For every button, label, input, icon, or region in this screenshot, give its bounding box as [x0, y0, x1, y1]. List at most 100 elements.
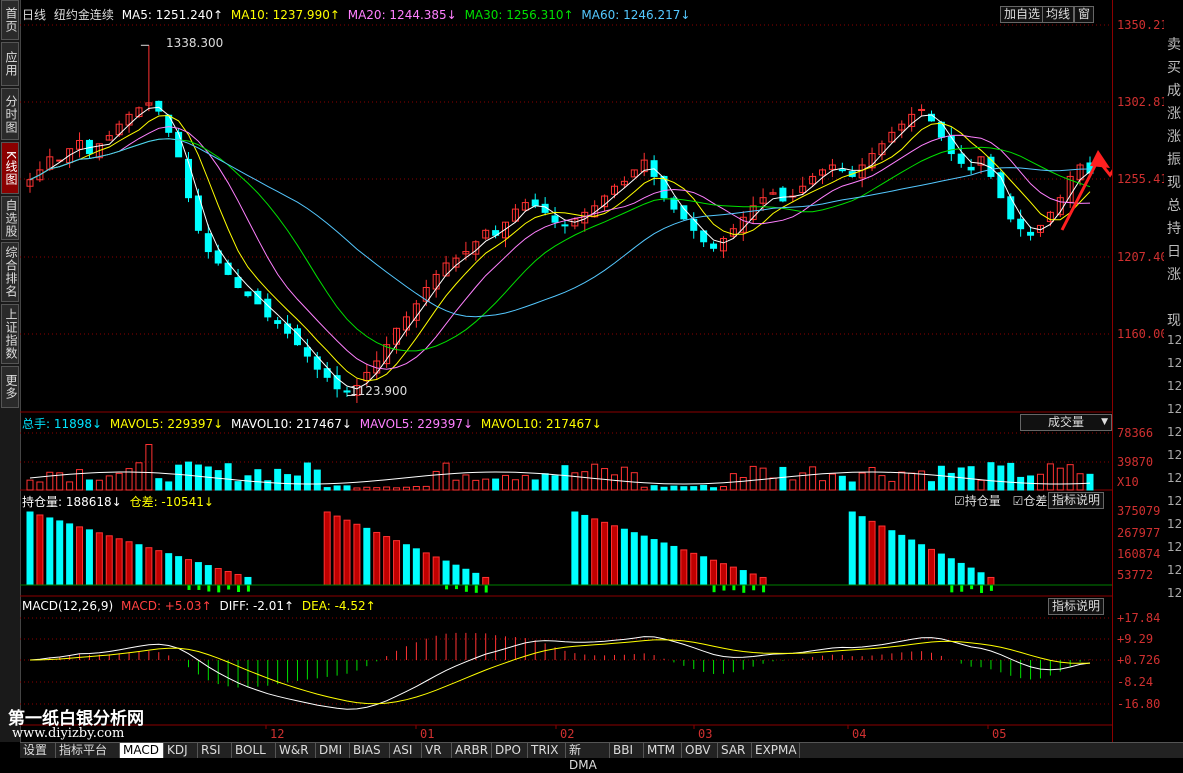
oi-bar	[422, 552, 430, 586]
oi-header: 持仓量: 188618↓ 仓差: -10541↓	[22, 493, 218, 510]
left-nav-item-5[interactable]: 综合排名	[1, 242, 19, 302]
oi-check-2[interactable]: ☑仓差	[1013, 494, 1052, 508]
right-panel-char: 12	[1167, 402, 1183, 416]
tab-13[interactable]: TRIX	[528, 743, 566, 758]
left-nav-item-6[interactable]: 上证指数	[1, 304, 19, 364]
volume-bar	[26, 479, 34, 491]
volume-bar	[412, 486, 420, 491]
tab-6[interactable]: W&R	[276, 743, 316, 758]
candle-body	[234, 277, 242, 288]
tab-3[interactable]: KDJ	[164, 743, 198, 758]
oi-bar	[155, 550, 163, 586]
add-favorite-button[interactable]: 加自选	[1000, 6, 1045, 23]
volume-bar	[1066, 464, 1074, 491]
oi-check-1[interactable]: ☑持仓量	[954, 494, 1005, 508]
oi-diff-bar	[217, 585, 221, 593]
volume-bar	[858, 472, 866, 491]
oi-diff-bar	[187, 585, 191, 590]
oi-diff-bar	[950, 585, 954, 593]
tab-12[interactable]: DPO	[492, 743, 528, 758]
volume-bar	[957, 467, 965, 491]
oi-bar	[581, 514, 589, 586]
tab-10[interactable]: VR	[422, 743, 452, 758]
volume-bar	[561, 465, 569, 491]
volume-bar	[383, 486, 391, 491]
left-nav-item-3[interactable]: K线图	[1, 142, 19, 194]
tab-16[interactable]: MTM	[644, 743, 682, 758]
watermark-url: www.diyizby.com	[12, 726, 125, 741]
volume-bar	[254, 469, 262, 491]
volume-selector[interactable]: 成交量 ▼	[1020, 414, 1112, 431]
candle-body	[947, 135, 955, 155]
volume-bar	[363, 486, 371, 491]
tab-0[interactable]: 设置	[20, 743, 56, 758]
candle-body	[303, 347, 311, 357]
macd-help-button[interactable]: 指标说明	[1048, 598, 1105, 615]
left-nav-item-4[interactable]: 自选股	[1, 196, 19, 240]
oi-bar	[363, 527, 371, 586]
tab-2[interactable]: MACD	[120, 743, 164, 758]
oi-bar	[927, 548, 935, 586]
tab-9[interactable]: ASI	[390, 743, 422, 758]
oi-bar	[353, 523, 361, 586]
oi-bar	[333, 515, 341, 586]
right-panel-char: 持	[1167, 221, 1181, 237]
volume-bar	[610, 474, 618, 491]
mavol5-b: MAVOL5: 229397↓	[359, 417, 474, 431]
volume-bar	[1086, 473, 1094, 491]
left-nav-item-2[interactable]: 分时图	[1, 88, 19, 140]
volume-bar	[719, 486, 727, 491]
oi-help-button[interactable]: 指标说明	[1048, 492, 1105, 509]
tab-15[interactable]: BBI	[610, 743, 644, 758]
ma-button[interactable]: 均线	[1042, 6, 1075, 23]
tab-1[interactable]: 指标平台	[56, 743, 120, 758]
volume-bar	[591, 463, 599, 491]
right-panel-char: 12	[1167, 379, 1183, 393]
left-nav-item-7[interactable]: 更多	[1, 366, 19, 408]
volume-axis-label: 78366	[1117, 426, 1154, 440]
oi-bar	[848, 511, 856, 586]
right-panel-char: 12	[1167, 586, 1183, 600]
oi-diff-bar	[742, 585, 746, 593]
tab-7[interactable]: DMI	[316, 743, 350, 758]
volume-bar	[947, 472, 955, 491]
tab-17[interactable]: OBV	[682, 743, 718, 758]
chart-svg[interactable]: 12 01 02 03 04 05	[20, 0, 1112, 742]
volume-bar	[531, 479, 539, 491]
volume-bar	[402, 486, 410, 491]
volume-bar	[422, 485, 430, 491]
tab-5[interactable]: BOLL	[232, 743, 276, 758]
tab-4[interactable]: RSI	[198, 743, 232, 758]
tab-8[interactable]: BIAS	[350, 743, 390, 758]
oi-bar	[115, 538, 123, 586]
tab-18[interactable]: SAR	[718, 743, 752, 758]
right-panel-char: 12	[1167, 333, 1183, 347]
right-panel-char: 12	[1167, 517, 1183, 531]
volume-bar	[293, 475, 301, 491]
oi-bar	[690, 552, 698, 586]
oi-bar	[85, 529, 93, 586]
right-panel-char: 总	[1167, 198, 1181, 214]
dea-line	[29, 639, 1090, 705]
candle-body	[710, 243, 718, 249]
oi-bar	[393, 540, 401, 586]
volume-bar	[977, 479, 985, 491]
volume-bar	[204, 466, 212, 491]
tab-11[interactable]: ARBR	[452, 743, 492, 758]
tab-14[interactable]: 新DMA	[566, 743, 610, 772]
candle-body	[918, 108, 926, 111]
oi-diff-bar	[960, 585, 964, 592]
chart-area[interactable]: 12 01 02 03 04 05 日线 纽约金连续 MA5: 1251.240↑ MA1…	[8, 0, 1112, 742]
volume-bar	[492, 478, 500, 491]
left-nav-item-1[interactable]: 应用	[1, 42, 19, 86]
oi-bar	[135, 544, 143, 586]
x-axis-label: 02	[560, 727, 574, 741]
volume-bar	[710, 487, 718, 491]
left-nav-item-0[interactable]: 首页	[1, 0, 19, 40]
oi-bar	[918, 544, 926, 586]
total-volume: 总手: 11898↓	[22, 417, 103, 431]
right-panel-char: 12	[1167, 494, 1183, 508]
tab-19[interactable]: EXPMA	[752, 743, 800, 758]
volume-bar	[888, 480, 896, 491]
window-button[interactable]: 窗	[1074, 6, 1095, 23]
